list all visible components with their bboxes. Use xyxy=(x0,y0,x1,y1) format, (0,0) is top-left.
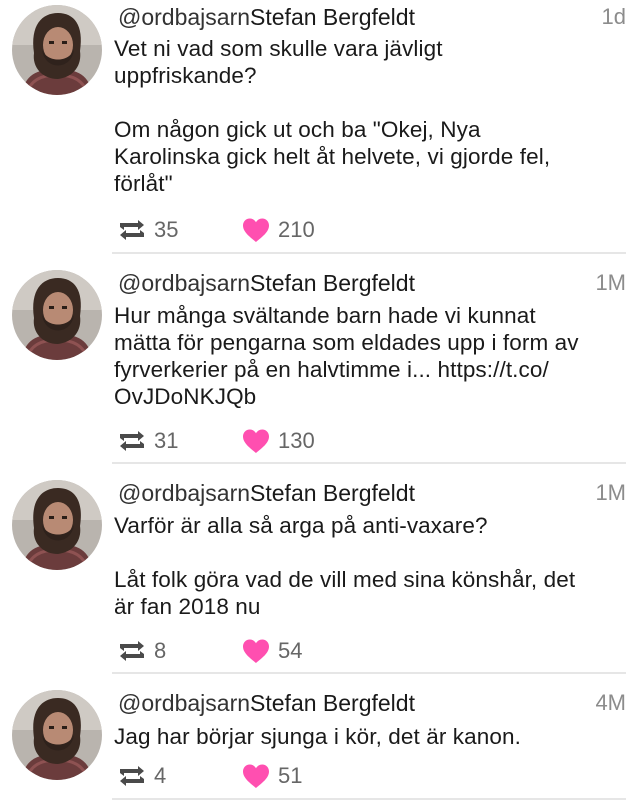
retweet-button[interactable]: 8 xyxy=(116,636,166,666)
retweet-button[interactable]: 35 xyxy=(116,215,178,245)
tweet-item[interactable]: @ordbajsarnStefan Bergfeldt 1M Hur många… xyxy=(0,254,640,464)
tweet-item[interactable]: @ordbajsarnStefan Bergfeldt 1d Vet ni va… xyxy=(0,0,640,254)
like-button[interactable]: 210 xyxy=(240,215,315,245)
like-count: 130 xyxy=(278,428,315,453)
tweet-time: 1d xyxy=(601,4,626,29)
heart-icon xyxy=(240,761,272,791)
tweet-item[interactable]: @ordbajsarnStefan Bergfeldt 1M Varför är… xyxy=(0,464,640,674)
tweet-time: 1M xyxy=(595,480,626,505)
tweet-item[interactable]: @ordbajsarnStefan Bergfeldt 4M Jag har b… xyxy=(0,674,640,800)
avatar[interactable] xyxy=(12,690,102,780)
retweet-icon xyxy=(116,761,148,791)
tweet-header: @ordbajsarnStefan Bergfeldt 1M xyxy=(118,478,626,508)
retweet-button[interactable]: 4 xyxy=(116,761,166,791)
tweet-header: @ordbajsarnStefan Bergfeldt 1d xyxy=(118,2,626,32)
avatar[interactable] xyxy=(12,480,102,570)
heart-icon xyxy=(240,636,272,666)
tweet-text: Jag har börjar sjunga i kör, det är kano… xyxy=(114,724,521,749)
tweet-text: Hur många svältande barn hade vi kunnat … xyxy=(114,303,579,409)
user-handle[interactable]: @ordbajsarn xyxy=(118,4,250,30)
retweet-icon xyxy=(116,215,148,245)
tweet-feed: @ordbajsarnStefan Bergfeldt 1d Vet ni va… xyxy=(0,0,640,800)
tweet-header: @ordbajsarnStefan Bergfeldt 1M xyxy=(118,268,626,298)
tweet-text: Varför är alla så arga på anti-vaxare? L… xyxy=(114,513,576,619)
tweet-time: 4M xyxy=(595,690,626,715)
retweet-icon xyxy=(116,636,148,666)
retweet-count: 8 xyxy=(154,638,167,663)
like-button[interactable]: 51 xyxy=(240,761,302,791)
retweet-count: 31 xyxy=(154,428,179,453)
avatar[interactable] xyxy=(12,270,102,360)
user-name[interactable]: Stefan Bergfeldt xyxy=(250,4,415,30)
user-handle[interactable]: @ordbajsarn xyxy=(118,480,250,506)
user-name[interactable]: Stefan Bergfeldt xyxy=(250,270,415,296)
user-name[interactable]: Stefan Bergfeldt xyxy=(250,690,415,716)
like-button[interactable]: 54 xyxy=(240,636,302,666)
user-handle[interactable]: @ordbajsarn xyxy=(118,270,250,296)
like-count: 210 xyxy=(278,217,315,242)
like-count: 54 xyxy=(278,638,303,663)
retweet-button[interactable]: 31 xyxy=(116,426,178,456)
like-count: 51 xyxy=(278,763,303,788)
heart-icon xyxy=(240,215,272,245)
retweet-count: 4 xyxy=(154,763,167,788)
retweet-icon xyxy=(116,426,148,456)
retweet-count: 35 xyxy=(154,217,179,242)
tweet-text: Vet ni vad som skulle vara jävligt uppfr… xyxy=(114,36,551,196)
user-handle[interactable]: @ordbajsarn xyxy=(118,690,250,716)
user-name[interactable]: Stefan Bergfeldt xyxy=(250,480,415,506)
tweet-time: 1M xyxy=(595,270,626,295)
like-button[interactable]: 130 xyxy=(240,426,315,456)
heart-icon xyxy=(240,426,272,456)
tweet-header: @ordbajsarnStefan Bergfeldt 4M xyxy=(118,688,626,718)
avatar[interactable] xyxy=(12,5,102,95)
